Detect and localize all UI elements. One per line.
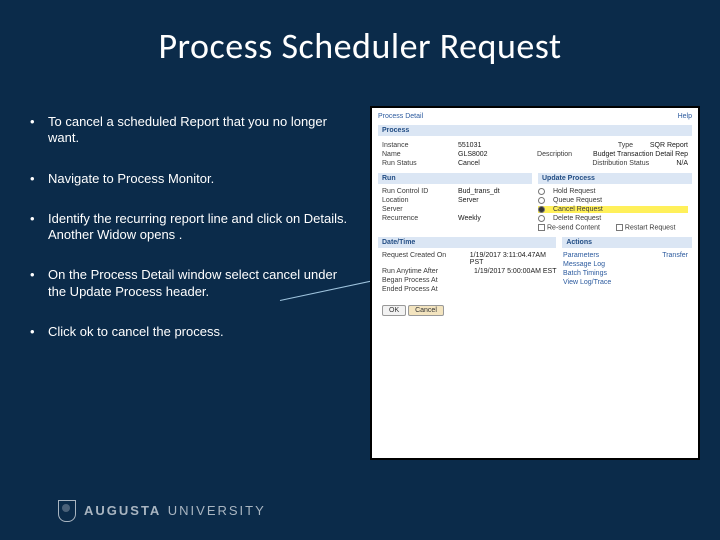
label-server: Server xyxy=(382,206,452,213)
value-recurrence: Weekly xyxy=(458,215,481,222)
action-message-log[interactable]: Message Log xyxy=(563,261,605,268)
action-transfer[interactable]: Transfer xyxy=(662,252,688,259)
radio-label: Hold Request xyxy=(553,188,595,195)
label-runctl: Run Control ID xyxy=(382,188,452,195)
label-diststatus: Distribution Status xyxy=(592,160,670,167)
action-batch-timings[interactable]: Batch Timings xyxy=(563,270,607,277)
radio-label: Cancel Request xyxy=(553,206,603,213)
label-name: Name xyxy=(382,151,452,158)
value-runstatus: Cancel xyxy=(458,160,480,167)
section-header-run: Run xyxy=(378,173,532,184)
label-description: Description xyxy=(537,151,587,158)
section-header-update: Update Process xyxy=(538,173,692,184)
radio-queue-request[interactable]: Queue Request xyxy=(538,197,688,204)
cancel-button[interactable]: Cancel xyxy=(408,305,444,316)
label-instance: Instance xyxy=(382,142,452,149)
label-runstatus: Run Status xyxy=(382,160,452,167)
value-location: Server xyxy=(458,197,479,204)
value-name: GLS8002 xyxy=(458,151,488,158)
radio-label: Delete Request xyxy=(553,215,601,222)
shield-icon xyxy=(58,500,76,522)
section-header-actions: Actions xyxy=(562,237,692,248)
value-instance: 551031 xyxy=(458,142,481,149)
label-runafter: Run Anytime After xyxy=(382,268,468,275)
ok-button[interactable]: OK xyxy=(382,305,406,316)
radio-hold-request[interactable]: Hold Request xyxy=(538,188,688,195)
help-link[interactable]: Help xyxy=(678,113,692,120)
label-reqcreated: Request Created On xyxy=(382,252,464,266)
action-parameters[interactable]: Parameters xyxy=(563,252,599,259)
value-runafter: 1/19/2017 5:00:00AM EST xyxy=(474,268,557,275)
value-description: Budget Transaction Detail Rep xyxy=(593,151,688,158)
value-runctl: Bud_trans_dt xyxy=(458,188,500,195)
label-ended: Ended Process At xyxy=(382,286,468,293)
checkbox-label: Re-send Content xyxy=(547,224,600,231)
list-item: Click ok to cancel the process. xyxy=(30,324,350,340)
checkbox-restart-request[interactable]: Restart Request xyxy=(616,224,676,231)
radio-label: Queue Request xyxy=(553,197,602,204)
brand-text-1: AUGUSTA xyxy=(84,503,161,518)
process-detail-screenshot: Process Detail Help Process Instance 551… xyxy=(370,106,700,460)
action-view-log-trace[interactable]: View Log/Trace xyxy=(563,279,611,286)
label-recurrence: Recurrence xyxy=(382,215,452,222)
list-item: Identify the recurring report line and c… xyxy=(30,211,350,244)
section-header-process: Process xyxy=(378,125,692,136)
list-item: To cancel a scheduled Report that you no… xyxy=(30,114,350,147)
radio-delete-request[interactable]: Delete Request xyxy=(538,215,688,222)
label-type: Type xyxy=(618,142,644,149)
checkbox-resend-content[interactable]: Re-send Content xyxy=(538,224,600,231)
label-began: Began Process At xyxy=(382,277,468,284)
section-header-datetime: Date/Time xyxy=(378,237,556,248)
page-title: Process Scheduler Request xyxy=(0,0,720,68)
value-type: SQR Report xyxy=(650,142,688,149)
label-location: Location xyxy=(382,197,452,204)
instruction-panel: To cancel a scheduled Report that you no… xyxy=(30,114,350,364)
value-diststatus: N/A xyxy=(676,160,688,167)
brand-text-2: UNIVERSITY xyxy=(168,503,266,518)
radio-cancel-request[interactable]: Cancel Request xyxy=(538,206,688,213)
value-reqcreated: 1/19/2017 3:11:04.47AM PST xyxy=(470,252,557,266)
window-title: Process Detail xyxy=(378,113,423,120)
list-item: Navigate to Process Monitor. xyxy=(30,171,350,187)
checkbox-label: Restart Request xyxy=(625,224,676,231)
content-area: To cancel a scheduled Report that you no… xyxy=(0,100,720,500)
footer-logo: AUGUSTA UNIVERSITY xyxy=(58,500,266,522)
